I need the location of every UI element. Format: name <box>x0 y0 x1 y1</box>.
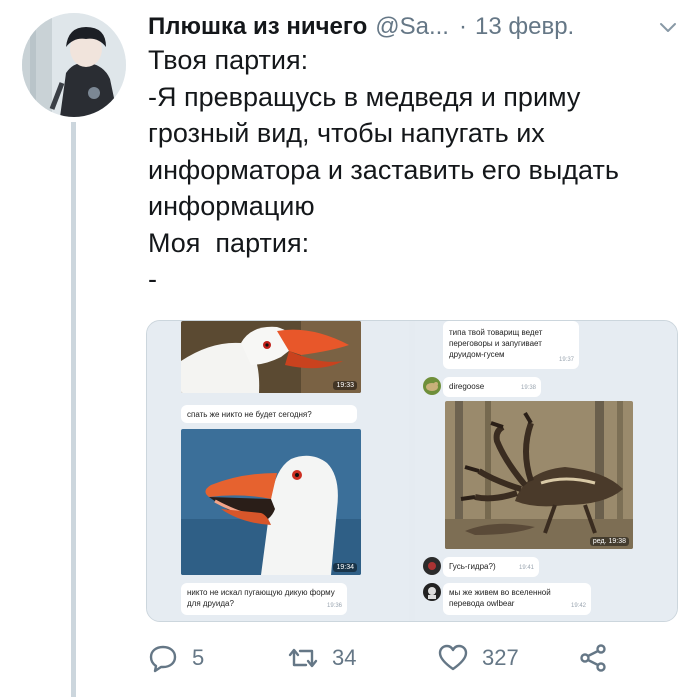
chat-message: мы же живем во вселенной перевода owlbea… <box>443 583 591 615</box>
tweet-media[interactable]: 19:33 спать же никто не будет сегодня? 1… <box>146 320 678 622</box>
media-image-right[interactable]: типа твой товарищ ведет переговоры и зап… <box>415 321 677 621</box>
retweet-icon <box>288 648 318 668</box>
chat-message: спать же никто не будет сегодня? <box>181 405 357 423</box>
like-button[interactable]: 327 <box>438 638 519 678</box>
share-icon <box>580 644 606 672</box>
tweet-text-line: Моя партия: <box>148 227 310 258</box>
tweet-header: Плюшка из ничего @Sa... · 13 февр. <box>148 10 688 44</box>
chat-message-text: никто не искал пугающую дикую форму для … <box>187 588 335 608</box>
share-button[interactable] <box>578 638 608 678</box>
thread-line <box>71 122 76 697</box>
tweet-text: Твоя партия: -Я превращусь в медведя и п… <box>148 42 688 298</box>
retweet-button[interactable]: 34 <box>288 638 356 678</box>
avatar[interactable] <box>22 13 126 117</box>
chevron-down-icon[interactable] <box>658 17 678 37</box>
message-time: 19:41 <box>518 565 534 571</box>
photo-time: 19:34 <box>333 563 357 572</box>
tweet-text-line: Твоя партия: <box>148 45 309 75</box>
goose-photo-1: 19:33 <box>181 321 361 393</box>
chat-message-text: Гусь-гидра?) <box>449 562 496 571</box>
message-time: 19:36 <box>326 603 342 609</box>
tweet-actions: 5 34 327 <box>148 638 668 678</box>
tweet-date[interactable]: 13 февр. <box>475 13 574 41</box>
chat-username: diregoose 19:38 <box>443 377 541 397</box>
header-separator: · <box>458 13 467 40</box>
chat-message-text: мы же живем во вселенной перевода owlbea… <box>449 588 551 608</box>
media-image-left[interactable]: 19:33 спать же никто не будет сегодня? 1… <box>147 321 409 621</box>
tweet-text-line: - <box>148 264 157 294</box>
user-handle[interactable]: @Sa... <box>375 13 449 41</box>
username-text: diregoose <box>449 382 485 391</box>
photo-time: 19:33 <box>333 381 357 390</box>
display-name[interactable]: Плюшка из ничего <box>148 13 367 41</box>
chat-message: никто не искал пугающую дикую форму для … <box>181 583 347 615</box>
message-time: 19:42 <box>570 603 586 609</box>
tweet-text-line: грозный вид, чтобы напугать их <box>148 118 545 148</box>
retweet-count: 34 <box>332 645 357 670</box>
tweet-text-line: информацию <box>148 191 315 221</box>
tweet-text-line: информатора и заставить его выдать <box>148 154 619 185</box>
diregoose-image: ред. 19:38 <box>445 401 633 549</box>
chat-message: Гусь-гидра?) 19:41 <box>443 557 539 577</box>
goose-photo-2: 19:34 <box>181 429 361 575</box>
chat-message-text: спать же никто не будет сегодня? <box>187 410 312 419</box>
user-avatar <box>423 583 441 601</box>
chat-message-text: типа твой товарищ ведет переговоры и зап… <box>449 328 543 359</box>
tweet-text-line: -Я превращусь в медведя и приму <box>148 81 581 112</box>
user-avatar <box>423 377 441 395</box>
heart-icon <box>438 644 468 671</box>
photo-time: ред. 19:38 <box>589 537 629 546</box>
reply-icon <box>149 645 177 673</box>
chat-message: типа твой товарищ ведет переговоры и зап… <box>443 321 579 369</box>
message-time: 19:38 <box>520 385 536 391</box>
reply-count: 5 <box>192 645 205 670</box>
user-avatar <box>423 557 441 575</box>
message-time: 19:37 <box>558 357 574 363</box>
reply-button[interactable]: 5 <box>148 638 204 678</box>
like-count: 327 <box>482 645 519 670</box>
